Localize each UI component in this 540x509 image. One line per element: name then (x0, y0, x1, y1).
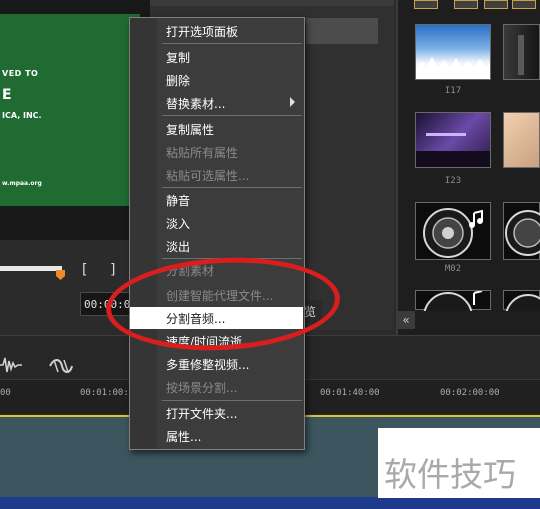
thumbnail-purple-room[interactable] (415, 112, 491, 168)
thumbnail-peach-fabric[interactable] (503, 112, 540, 168)
mark-in-button[interactable]: [ (82, 262, 87, 278)
library-tab[interactable] (512, 0, 536, 9)
snowy-trees-image (416, 57, 490, 79)
preview-text-line1: VED TO (2, 69, 39, 78)
speaker-icon (423, 208, 483, 258)
ruler-label: 00:01:00:0 (80, 388, 135, 398)
menu-item-open-options-panel[interactable]: 打开选项面板 (130, 20, 303, 42)
menu-item-open-folder[interactable]: 打开文件夹... (130, 402, 303, 424)
menu-item-split-by-scene: 按场景分割... (166, 381, 238, 395)
preview-frame: VED TO E ICA, INC. w.mpaa.org (0, 14, 140, 206)
preview-text-line3: ICA, INC. (2, 111, 42, 120)
mark-out-button[interactable]: ] (110, 262, 115, 278)
menu-item-fade-out[interactable]: 淡出 (130, 235, 303, 257)
watermark-text: 软件技巧 (384, 455, 516, 494)
thumbnail-speaker[interactable] (415, 290, 491, 342)
thumbnail-speaker[interactable] (415, 202, 491, 260)
menu-item-copy-attributes[interactable]: 复制属性 (130, 118, 303, 140)
library-tab[interactable] (484, 0, 508, 9)
menu-item-paste-selected-attributes: 粘贴可选属性... (166, 169, 250, 183)
dark-object-image (518, 35, 524, 75)
thumbnail-label: I23 (444, 176, 462, 186)
thumbnail-label: I17 (444, 86, 462, 96)
menu-separator (162, 187, 302, 188)
thumbnail-label: M02 (444, 264, 462, 274)
submenu-arrow-icon (290, 97, 295, 107)
speaker-icon (505, 294, 540, 340)
waveform-icon[interactable] (0, 354, 22, 376)
preview-text-line2: E (2, 87, 12, 103)
menu-item-paste-all-attributes: 粘贴所有属性 (166, 146, 239, 160)
thumbnail-speaker[interactable] (503, 290, 540, 340)
audio-track[interactable] (0, 497, 540, 509)
purple-room-image (416, 133, 490, 167)
ruler-label: 00:01:40:00 (320, 388, 380, 398)
menu-separator (162, 400, 302, 401)
thumbnail-speaker[interactable] (503, 202, 540, 260)
menu-separator (162, 115, 302, 116)
menu-item-copy[interactable]: 复制 (130, 46, 303, 68)
options-panel-header (150, 0, 394, 6)
ruler-label: 00 (0, 388, 11, 398)
menu-separator (162, 43, 302, 44)
audio-mixer-icon[interactable] (48, 356, 74, 376)
double-chevron-left-icon[interactable]: « (397, 311, 415, 329)
library-tab[interactable] (414, 0, 438, 9)
preview-text-line4: w.mpaa.org (2, 180, 42, 187)
menu-item-delete[interactable]: 删除 (130, 69, 303, 91)
ruler-label: 00:02:00:00 (440, 388, 500, 398)
speaker-icon (505, 210, 540, 256)
menu-item-properties[interactable]: 属性... (130, 425, 303, 447)
thumbnail-dark-object[interactable] (503, 24, 540, 80)
scrub-bar[interactable] (0, 266, 62, 271)
scrub-handle[interactable] (56, 270, 65, 280)
watermark: 软件技巧 (378, 428, 540, 498)
library-tab[interactable] (454, 0, 478, 9)
menu-item-replace-clip[interactable]: 替换素材... (130, 92, 303, 114)
menu-item-fade-in[interactable]: 淡入 (130, 212, 303, 234)
menu-item-multi-trim-video[interactable]: 多重修整视频... (130, 353, 303, 375)
speaker-icon (423, 290, 483, 342)
menu-item-mute[interactable]: 静音 (130, 189, 303, 211)
options-panel-selected-row[interactable] (306, 18, 378, 44)
thumbnail-snowy-trees[interactable] (415, 24, 491, 80)
